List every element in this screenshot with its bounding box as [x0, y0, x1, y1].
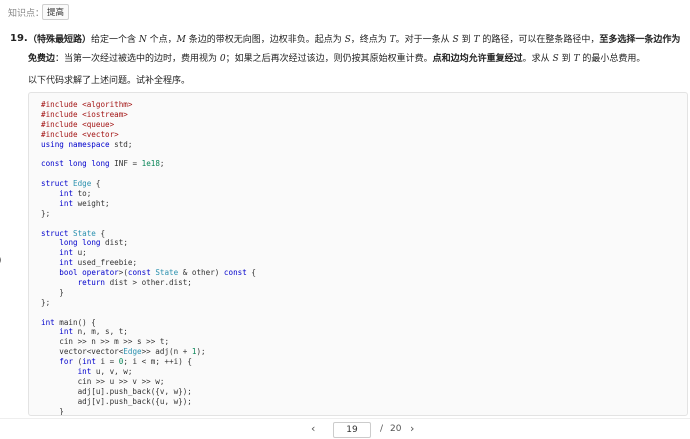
- code-line: adj[v].push_back({u, w});: [41, 396, 192, 406]
- question-segment: 给定一个含: [91, 35, 139, 45]
- code-line: }: [41, 406, 64, 416]
- code-line: };: [41, 297, 51, 307]
- code-content: #include <algorithm> #include <iostream> #…: [29, 93, 687, 416]
- code-line: }: [41, 287, 64, 297]
- question-title: （特殊最短路）: [28, 35, 92, 45]
- code-line: struct Edge {: [41, 179, 101, 189]
- question-number: 19.: [10, 33, 28, 44]
- page-number-input[interactable]: [333, 422, 371, 438]
- code-line: const long long INF = 1e18;: [41, 159, 165, 169]
- code-line: struct State {: [41, 228, 106, 238]
- prev-page-icon[interactable]: ‹: [311, 422, 315, 435]
- code-line: int u, v, w;: [77, 367, 133, 377]
- knowledge-point-label: 知识点：: [8, 9, 45, 19]
- code-line: cin >> u >> v >> w;: [41, 376, 165, 386]
- side-mark: ): [0, 256, 2, 266]
- question-segment: 。求从: [522, 54, 553, 64]
- question-segment: 到: [558, 54, 574, 64]
- top-bar: 知识点： 提高: [0, 0, 690, 24]
- code-line: bool operator>(const State & other) cons…: [59, 268, 256, 278]
- question-segment: 的路径，可以在整条路径中，: [479, 35, 600, 45]
- question-segment: 个点，: [146, 35, 177, 45]
- question-segment: 。对于一条从: [395, 35, 453, 45]
- code-line: #include <algorithm>: [41, 100, 133, 109]
- question-segment: 到: [458, 35, 474, 45]
- question-emphasis: 点和边均允许重复经过: [432, 54, 523, 64]
- code-line: vector<vector<Edge>> adj(n + 1);: [41, 347, 206, 357]
- code-line: #include <queue>: [41, 119, 115, 129]
- math-var: N: [138, 35, 147, 45]
- code-line: int to;: [59, 189, 92, 199]
- code-line: #include <vector>: [41, 129, 119, 139]
- code-line: int main() {: [41, 317, 96, 327]
- question-text: （特殊最短路）给定一个含 N 个点，M 条边的带权无向图，边权非负。起点为 S，…: [28, 31, 684, 69]
- code-line: using namespace std;: [41, 139, 133, 149]
- code-line: #include <iostream>: [41, 109, 128, 119]
- question-lead: 以下代码求解了上述问题。试补全程序。: [28, 76, 191, 86]
- question-segment: ；如果之后再次经过该边，则仍按其原始权重计费。: [225, 54, 433, 64]
- next-page-icon[interactable]: ›: [410, 422, 414, 435]
- knowledge-point-tag[interactable]: 提高: [42, 4, 70, 20]
- question-segment: 的最小总费用。: [579, 54, 646, 64]
- pagination: ‹ / 20 ›: [0, 418, 690, 439]
- question-segment: 条边的带权无向图，边权非负。起点为: [185, 35, 345, 45]
- code-line: long long dist;: [59, 238, 128, 248]
- code-line: int weight;: [59, 198, 110, 208]
- code-line: int used_freebie;: [59, 258, 138, 268]
- page-total: 20: [390, 424, 402, 434]
- question-segment: ，终点为: [350, 35, 390, 45]
- page-separator: /: [380, 424, 384, 434]
- code-line: for (int i = 0; i < m; ++i) {: [59, 357, 192, 367]
- code-line: };: [41, 208, 51, 218]
- code-line: return dist > other.dist;: [77, 278, 192, 288]
- code-line: int n, m, s, t;: [59, 327, 128, 337]
- code-block[interactable]: #include <algorithm> #include <iostream> #…: [28, 92, 688, 416]
- code-line: cin >> n >> m >> s >> t;: [41, 337, 170, 347]
- code-line: int u;: [59, 248, 87, 258]
- code-line: adj[u].push_back({v, w});: [41, 386, 192, 396]
- question-segment: ：当第一次经过被选中的边时，费用视为: [55, 54, 220, 64]
- math-var: M: [176, 35, 186, 45]
